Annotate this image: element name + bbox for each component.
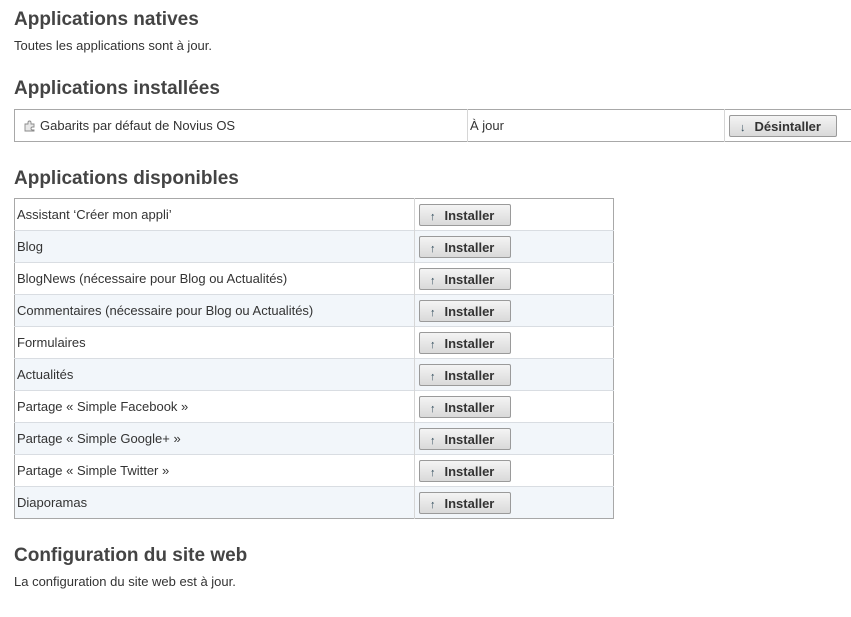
- arrow-up-icon: ↑: [430, 338, 436, 351]
- install-button[interactable]: ↑ Installer: [419, 427, 511, 450]
- installed-app-name: Gabarits par défaut de Novius OS: [40, 118, 236, 133]
- available-app-name: Commentaires (nécessaire pour Blog ou Ac…: [14, 294, 415, 327]
- install-button-label: Installer: [444, 463, 495, 479]
- installed-section: Applications installées Gabarits par déf…: [14, 78, 851, 142]
- table-row: Gabarits par défaut de Novius OS À jour …: [14, 109, 851, 142]
- table-row: Blog ↑ Installer: [14, 230, 614, 263]
- available-app-name: Partage « Simple Google+ »: [14, 422, 415, 455]
- table-row: Diaporamas ↑ Installer: [14, 486, 614, 519]
- arrow-up-icon: ↑: [430, 210, 436, 223]
- available-app-action-cell: ↑ Installer: [414, 358, 614, 391]
- table-row: Assistant ‘Créer mon appli’ ↑ Installer: [14, 198, 614, 231]
- config-status: La configuration du site web est à jour.: [14, 574, 236, 589]
- install-button[interactable]: ↑ Installer: [419, 299, 511, 322]
- install-button-label: Installer: [444, 303, 495, 319]
- available-app-action-cell: ↑ Installer: [414, 486, 614, 519]
- install-button[interactable]: ↑ Installer: [419, 235, 511, 258]
- install-button-label: Installer: [444, 399, 495, 415]
- uninstall-button[interactable]: ↓ Désintaller: [729, 114, 837, 137]
- install-button[interactable]: ↑ Installer: [419, 491, 511, 514]
- arrow-up-icon: ↑: [430, 466, 436, 479]
- installed-table: Gabarits par défaut de Novius OS À jour …: [14, 109, 851, 142]
- available-app-name: Assistant ‘Créer mon appli’: [14, 198, 415, 231]
- native-title: Applications natives: [14, 9, 199, 30]
- available-app-name: Partage « Simple Twitter »: [14, 454, 415, 487]
- table-row: Actualités ↑ Installer: [14, 358, 614, 391]
- available-title: Applications disponibles: [14, 168, 239, 189]
- available-app-name: Actualités: [14, 358, 415, 391]
- install-button-label: Installer: [444, 271, 495, 287]
- install-button[interactable]: ↑ Installer: [419, 267, 511, 290]
- install-button-label: Installer: [444, 335, 495, 351]
- table-row: Commentaires (nécessaire pour Blog ou Ac…: [14, 294, 614, 327]
- install-button-label: Installer: [444, 367, 495, 383]
- available-app-name: Diaporamas: [14, 486, 415, 519]
- arrow-up-icon: ↑: [430, 242, 436, 255]
- install-button[interactable]: ↑ Installer: [419, 395, 511, 418]
- install-button-label: Installer: [444, 239, 495, 255]
- install-button-label: Installer: [444, 207, 495, 223]
- arrow-up-icon: ↑: [430, 306, 436, 319]
- install-button-label: Installer: [444, 495, 495, 511]
- available-app-action-cell: ↑ Installer: [414, 454, 614, 487]
- available-table: Assistant ‘Créer mon appli’ ↑ Installer Blo…: [14, 198, 614, 519]
- available-app-name: Formulaires: [14, 326, 415, 359]
- available-app-action-cell: ↑ Installer: [414, 262, 614, 295]
- table-row: BlogNews (nécessaire pour Blog ou Actual…: [14, 262, 614, 295]
- available-app-action-cell: ↑ Installer: [414, 326, 614, 359]
- install-button[interactable]: ↑ Installer: [419, 331, 511, 354]
- puzzle-icon: [24, 120, 35, 132]
- arrow-up-icon: ↑: [430, 370, 436, 383]
- config-title: Configuration du site web: [14, 545, 248, 566]
- arrow-up-icon: ↑: [430, 498, 436, 511]
- install-button[interactable]: ↑ Installer: [419, 363, 511, 386]
- install-button-label: Installer: [444, 431, 495, 447]
- native-status: Toutes les applications sont à jour.: [14, 38, 213, 53]
- config-section: Configuration du site web La configurati…: [14, 545, 247, 590]
- table-row: Formulaires ↑ Installer: [14, 326, 614, 359]
- installed-title: Applications installées: [14, 78, 220, 99]
- arrow-up-icon: ↑: [430, 434, 436, 447]
- available-app-name: BlogNews (nécessaire pour Blog ou Actual…: [14, 262, 415, 295]
- install-button[interactable]: ↑ Installer: [419, 203, 511, 226]
- available-app-action-cell: ↑ Installer: [414, 390, 614, 423]
- table-row: Partage « Simple Facebook » ↑ Installer: [14, 390, 614, 423]
- available-app-name: Partage « Simple Facebook »: [14, 390, 415, 423]
- table-row: Partage « Simple Google+ » ↑ Installer: [14, 422, 614, 455]
- available-app-action-cell: ↑ Installer: [414, 230, 614, 263]
- available-app-action-cell: ↑ Installer: [414, 422, 614, 455]
- install-button[interactable]: ↑ Installer: [419, 459, 511, 482]
- installed-app-action-cell: ↓ Désintaller: [725, 110, 851, 142]
- native-section: Applications natives Toutes les applicat…: [14, 9, 212, 54]
- arrow-up-icon: ↑: [430, 402, 436, 415]
- available-section: Applications disponibles Assistant ‘Crée…: [14, 168, 614, 519]
- installed-app-cell: Gabarits par défaut de Novius OS: [14, 109, 468, 142]
- available-app-action-cell: ↑ Installer: [414, 294, 614, 327]
- arrow-up-icon: ↑: [430, 274, 436, 287]
- available-app-name: Blog: [14, 230, 415, 263]
- table-row: Partage « Simple Twitter » ↑ Installer: [14, 454, 614, 487]
- arrow-down-icon: ↓: [740, 121, 746, 134]
- uninstall-button-label: Désintaller: [754, 118, 821, 134]
- installed-app-status: À jour: [467, 109, 725, 142]
- available-app-action-cell: ↑ Installer: [415, 199, 614, 231]
